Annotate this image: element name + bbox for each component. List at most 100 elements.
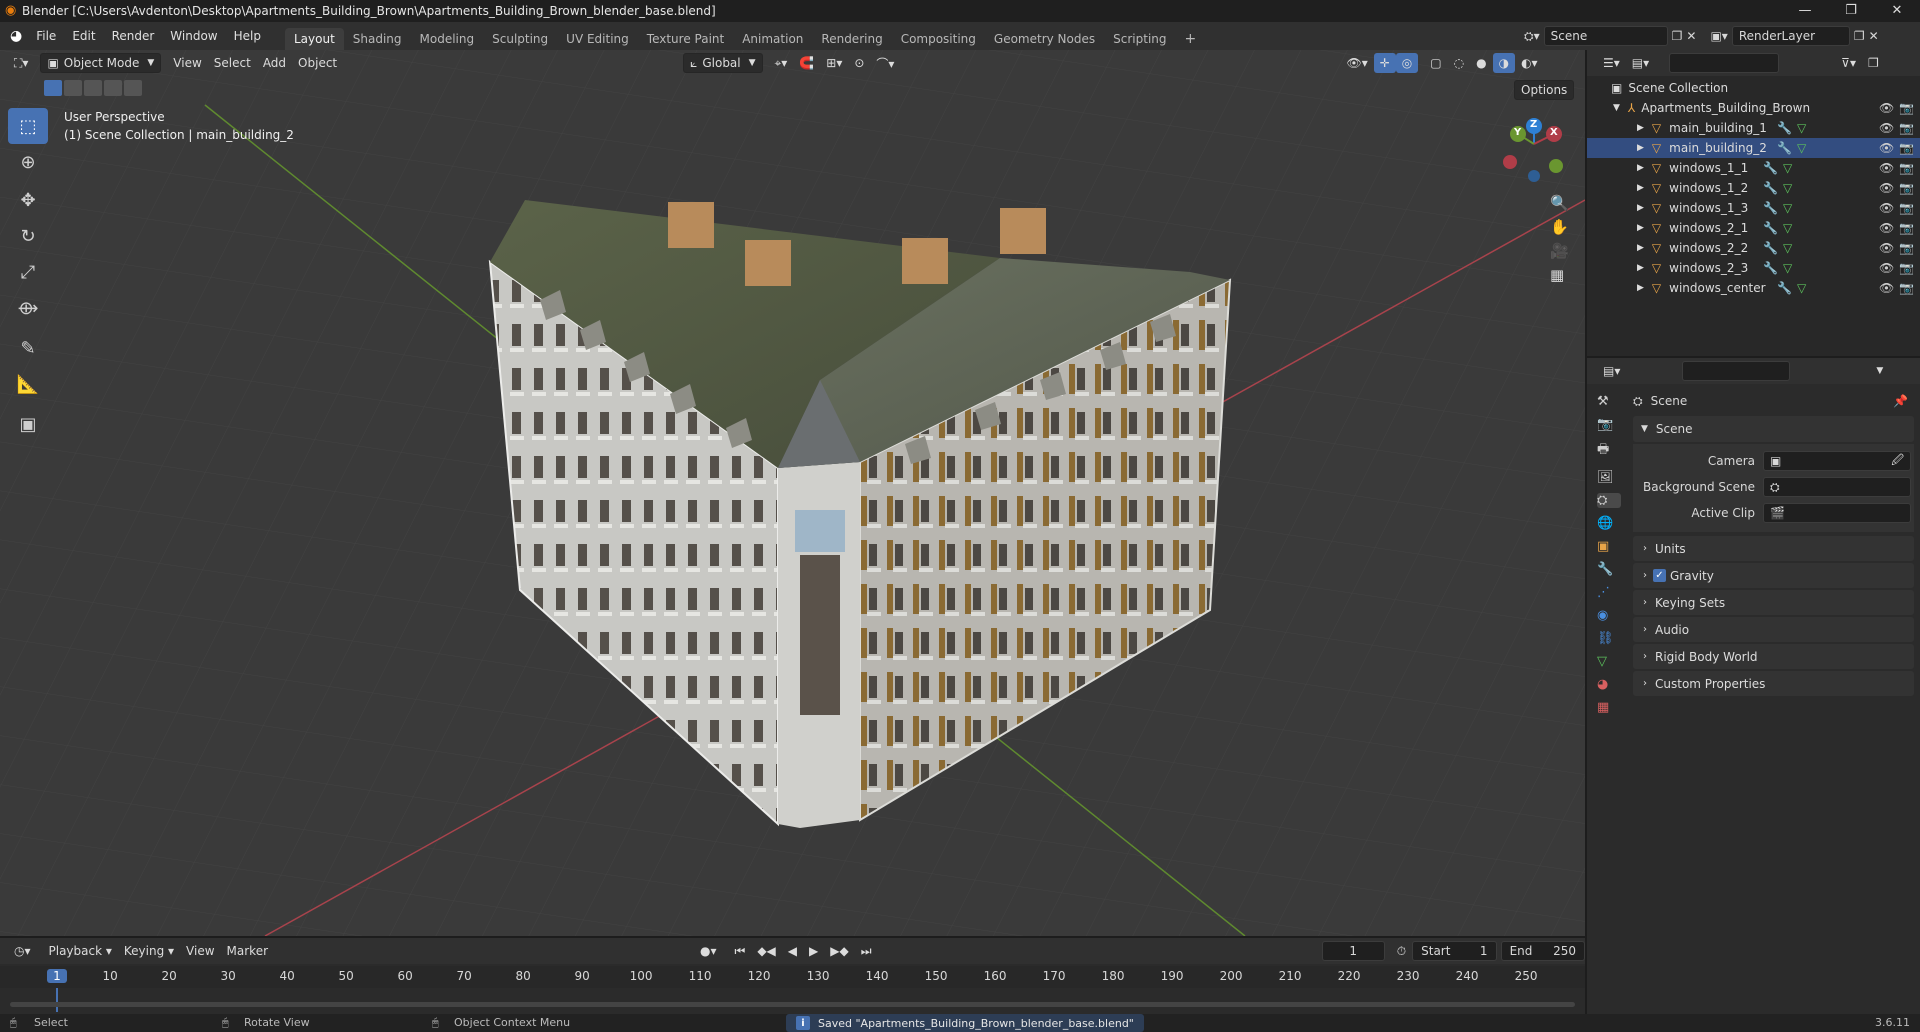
annotate-tool-icon[interactable]: ✎ xyxy=(8,330,48,366)
view-layer-tab-icon[interactable]: 🖼 xyxy=(1597,470,1621,485)
workspace-tab-rendering[interactable]: Rendering xyxy=(812,28,891,50)
start-frame-field[interactable]: Start 1 xyxy=(1412,941,1497,961)
workspace-tab-compositing[interactable]: Compositing xyxy=(892,28,985,50)
solid-shading-icon[interactable]: ● xyxy=(1470,53,1492,73)
outliner-row-collection[interactable]: ▼ ⅄ Apartments_Building_Brown 👁 📷 xyxy=(1587,98,1920,118)
add-workspace-button[interactable]: + xyxy=(1176,28,1206,50)
visibility-eye-icon[interactable]: 👁 xyxy=(1879,181,1894,195)
chevron-right-icon[interactable]: ▶ xyxy=(1637,283,1644,293)
background-scene-field[interactable]: ⛭ xyxy=(1763,477,1911,497)
options-button[interactable]: Options xyxy=(1514,80,1575,100)
render-camera-icon[interactable]: 📷 xyxy=(1899,221,1914,235)
current-frame-field[interactable]: 1 xyxy=(1321,941,1385,961)
rigid-body-world-panel[interactable]: › Rigid Body World xyxy=(1633,644,1914,669)
visibility-eye-icon[interactable]: 👁 xyxy=(1879,141,1894,155)
jump-end-icon[interactable]: ⏭ xyxy=(855,941,878,961)
workspace-tab-layout[interactable]: Layout xyxy=(284,28,344,50)
collapse-chevron-icon[interactable]: ▼ xyxy=(1870,361,1889,381)
end-frame-field[interactable]: End 250 xyxy=(1500,941,1585,961)
timeline-scrollbar[interactable] xyxy=(10,1002,1575,1007)
visibility-eye-icon[interactable]: 👁 xyxy=(1879,201,1894,215)
select-new-icon[interactable] xyxy=(44,80,62,96)
proportional-edit-icon[interactable]: ⊙ xyxy=(848,53,870,73)
blender-menu-icon[interactable]: ◕ xyxy=(10,28,22,44)
add-cube-tool-icon[interactable]: ▣ xyxy=(8,406,48,442)
chevron-right-icon[interactable]: ▶ xyxy=(1637,163,1644,173)
jump-prev-keyframe-icon[interactable]: ◆◀ xyxy=(751,941,781,961)
visibility-eye-icon[interactable]: 👁 xyxy=(1879,221,1894,235)
wireframe-shading-icon[interactable]: ◌ xyxy=(1448,53,1470,73)
render-tab-icon[interactable]: 📷 xyxy=(1597,417,1621,432)
menu-object[interactable]: Object xyxy=(292,53,343,73)
texture-tab-icon[interactable]: ▦ xyxy=(1597,700,1621,715)
maximize-button[interactable]: ❐ xyxy=(1828,0,1874,22)
outliner-row-object[interactable]: ▶ ▽ windows_center 🔧 ▽ 👁 📷 xyxy=(1587,278,1920,298)
navigation-gizmo[interactable]: Z Y X xyxy=(1500,116,1576,188)
workspace-tab-shading[interactable]: Shading xyxy=(344,28,411,50)
menu-playback[interactable]: Playback ▾ xyxy=(43,941,118,961)
pivot-point-icon[interactable]: ⌖▾ xyxy=(769,53,794,73)
menu-timeline-view[interactable]: View xyxy=(180,941,220,961)
outliner-row-object[interactable]: ▶ ▽ main_building_1 🔧 ▽ 👁 📷 xyxy=(1587,118,1920,138)
properties-editor-icon[interactable]: ▤▾ xyxy=(1597,361,1626,381)
preview-range-icon[interactable]: ⏱ xyxy=(1391,941,1412,961)
pan-hand-icon[interactable]: ✋ xyxy=(1550,218,1569,236)
chevron-right-icon[interactable]: ▶ xyxy=(1637,183,1644,193)
chevron-right-icon[interactable]: ▶ xyxy=(1637,263,1644,273)
select-extend-icon[interactable] xyxy=(64,80,82,96)
chevron-right-icon[interactable]: ▶ xyxy=(1637,243,1644,253)
minimize-button[interactable]: — xyxy=(1782,0,1828,22)
menu-help[interactable]: Help xyxy=(226,22,269,50)
auto-keying-icon[interactable]: ●▾ xyxy=(694,941,723,961)
visibility-eye-icon[interactable]: 👁 xyxy=(1879,261,1894,275)
close-button[interactable]: ✕ xyxy=(1874,0,1920,22)
chevron-right-icon[interactable]: ▶ xyxy=(1637,223,1644,233)
tool-tab-icon[interactable]: ⚒ xyxy=(1597,394,1621,409)
chevron-down-icon[interactable]: ▼ xyxy=(1613,103,1620,113)
new-scene-icon[interactable]: ❐ xyxy=(1672,29,1683,43)
camera-view-icon[interactable]: 🎥 xyxy=(1550,242,1569,260)
outliner-row-scene-collection[interactable]: ▣ Scene Collection xyxy=(1587,78,1920,98)
outliner-row-object[interactable]: ▶ ▽ windows_2_3 🔧 ▽ 👁 📷 xyxy=(1587,258,1920,278)
gizmo-toggle-icon[interactable]: ✛ xyxy=(1373,53,1396,73)
workspace-tab-uv-editing[interactable]: UV Editing xyxy=(557,28,638,50)
view-layer-icon[interactable]: ▣▾ xyxy=(1710,29,1727,43)
render-camera-icon[interactable]: 📷 xyxy=(1899,201,1914,215)
chevron-right-icon[interactable]: ▶ xyxy=(1637,143,1644,153)
visibility-eye-icon[interactable]: 👁 xyxy=(1879,161,1894,175)
timeline-playhead[interactable] xyxy=(56,988,58,1012)
workspace-tab-geometry-nodes[interactable]: Geometry Nodes xyxy=(985,28,1104,50)
gravity-panel[interactable]: › ✓ Gravity xyxy=(1633,563,1914,588)
outliner-row-object[interactable]: ▶ ▽ windows_1_3 🔧 ▽ 👁 📷 xyxy=(1587,198,1920,218)
object-mode-dropdown[interactable]: ▣ Object Mode ▼ xyxy=(40,53,162,73)
editor-type-icon[interactable]: ⛶▾ xyxy=(8,53,34,73)
menu-marker[interactable]: Marker xyxy=(221,941,274,961)
render-camera-icon[interactable]: 📷 xyxy=(1899,141,1914,155)
output-tab-icon[interactable]: 🖶 xyxy=(1597,440,1621,462)
rotate-tool-icon[interactable]: ↻ xyxy=(8,218,48,254)
render-camera-icon[interactable]: 📷 xyxy=(1899,241,1914,255)
outliner-row-object[interactable]: ▶ ▽ windows_2_2 🔧 ▽ 👁 📷 xyxy=(1587,238,1920,258)
visibility-icon[interactable]: 👁▾ xyxy=(1340,53,1373,73)
play-reverse-icon[interactable]: ◀ xyxy=(782,941,803,961)
select-intersect-icon[interactable] xyxy=(124,80,142,96)
cursor-tool-icon[interactable]: ⊕ xyxy=(8,144,48,180)
xray-icon[interactable]: ▢ xyxy=(1424,53,1447,73)
3d-viewport[interactable] xyxy=(0,50,1585,936)
filter-icon[interactable]: ⊽▾ xyxy=(1835,53,1862,73)
workspace-tab-modeling[interactable]: Modeling xyxy=(411,28,484,50)
chevron-right-icon[interactable]: ▶ xyxy=(1637,203,1644,213)
menu-file[interactable]: File xyxy=(28,22,64,50)
display-mode-icon[interactable]: ▤▾ xyxy=(1626,53,1655,73)
visibility-eye-icon[interactable]: 👁 xyxy=(1879,101,1894,115)
menu-keying[interactable]: Keying ▾ xyxy=(118,941,180,961)
menu-view[interactable]: View xyxy=(167,53,207,73)
transform-orientation-dropdown[interactable]: ⟀ Global ▼ xyxy=(683,53,763,73)
menu-window[interactable]: Window xyxy=(162,22,225,50)
select-box-tool-icon[interactable]: ⬚ xyxy=(8,108,48,144)
play-icon[interactable]: ▶ xyxy=(803,941,824,961)
select-subtract-icon[interactable] xyxy=(84,80,102,96)
new-view-layer-icon[interactable]: ❐ xyxy=(1854,29,1865,43)
render-camera-icon[interactable]: 📷 xyxy=(1899,161,1914,175)
scene-section-header[interactable]: ▼ Scene xyxy=(1633,416,1914,442)
